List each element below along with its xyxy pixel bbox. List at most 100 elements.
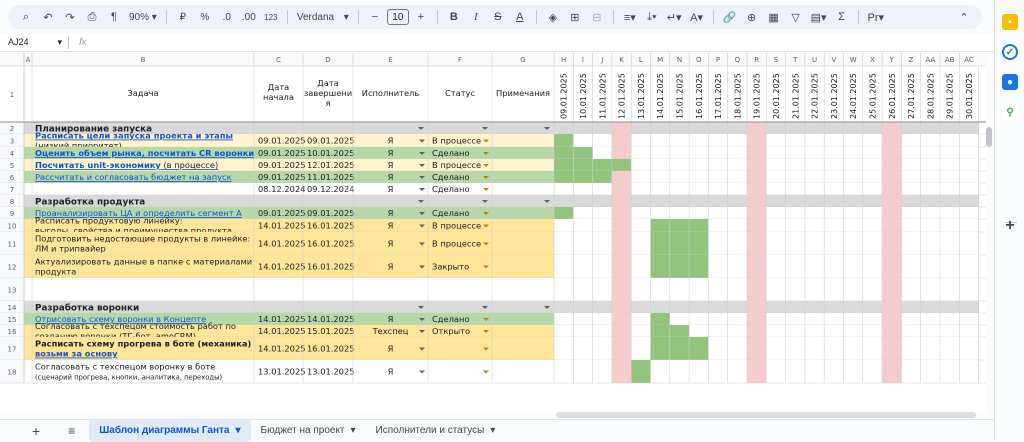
status-cell: В процессе xyxy=(432,160,481,170)
zoom-select[interactable]: 90% ▾ xyxy=(126,7,160,27)
task-link[interactable]: Расписать цели запуска проекта и этапы xyxy=(35,131,233,141)
insert-comment-icon[interactable]: ⊕ xyxy=(742,7,762,27)
font-select[interactable]: Verdana ▾ xyxy=(294,7,352,27)
undo-icon[interactable]: ↶ xyxy=(38,7,58,27)
contacts-icon[interactable]: ● xyxy=(1002,74,1018,90)
vertical-align-icon[interactable]: ⤓▾ xyxy=(642,7,662,27)
insert-chart-icon[interactable]: ▦ xyxy=(764,7,784,27)
insert-link-icon[interactable]: 🔗 xyxy=(720,7,740,27)
gantt-bar[interactable] xyxy=(669,255,690,278)
currency-format-button[interactable]: ₽ xyxy=(173,7,193,27)
column-letter: AB xyxy=(945,56,955,64)
row-number: 8 xyxy=(10,198,14,206)
bold-icon[interactable]: B xyxy=(444,7,464,27)
collapse-toolbar-icon[interactable]: ⌃ xyxy=(954,7,974,27)
start-date-cell: 09.01.2025 xyxy=(258,208,306,218)
gantt-bar[interactable] xyxy=(650,313,670,325)
column-letter: AA xyxy=(925,56,935,64)
gantt-bar[interactable] xyxy=(631,360,651,383)
decrease-decimal-button[interactable]: .0 xyxy=(217,7,237,27)
gantt-bar[interactable] xyxy=(669,232,690,255)
gantt-bar[interactable] xyxy=(669,325,690,337)
date-column-header: 09.01.2025 xyxy=(560,73,569,119)
task-link[interactable]: возьми за основу xyxy=(35,349,118,359)
paint-format-icon[interactable]: ¶ xyxy=(104,7,124,27)
horizontal-scrollbar[interactable] xyxy=(556,412,976,418)
input-tools-icon[interactable]: Pr▾ xyxy=(865,7,888,27)
percent-format-button[interactable]: % xyxy=(195,7,215,27)
add-addon-icon[interactable]: + xyxy=(1002,217,1018,234)
maps-icon[interactable]: ⚲ xyxy=(1002,104,1018,120)
task-link[interactable]: Посчитать unit-экономику (в процессе) xyxy=(35,160,218,170)
increase-decimal-button[interactable]: .00 xyxy=(239,7,259,27)
task-link[interactable]: Рассчитать и согласовать бюджет на запус… xyxy=(35,172,232,182)
functions-icon[interactable]: Σ xyxy=(832,7,852,27)
font-size-input[interactable]: 10 xyxy=(386,9,409,25)
number-format-button[interactable]: 123 xyxy=(261,7,281,27)
font-value: Verdana xyxy=(296,11,335,23)
filter-icon[interactable]: ▽ xyxy=(786,7,806,27)
gantt-bar[interactable] xyxy=(554,171,574,183)
tasks-icon[interactable]: ✓ xyxy=(1002,44,1018,60)
task-link[interactable]: Оценить объем рынка, посчитать CR воронк… xyxy=(35,148,254,158)
spreadsheet-grid[interactable]: A B C D E F G H I J K L M N O P Q R S T U V W X Y Z AA AB AC 1 Задача Д… xyxy=(0,53,986,412)
start-date-cell: 14.01.2025 xyxy=(258,239,306,249)
row-number: 2 xyxy=(10,125,14,133)
name-box[interactable]: AJ24 ▾ xyxy=(0,37,68,48)
gantt-bar[interactable] xyxy=(554,207,574,219)
gantt-bar[interactable] xyxy=(592,159,612,171)
gantt-bar[interactable] xyxy=(689,337,709,360)
tab-budget[interactable]: Бюджет на проект ▾ xyxy=(251,420,366,442)
tab-gantt-template[interactable]: Шаблон диаграммы Ганта ▾ xyxy=(89,419,251,442)
gantt-bar[interactable] xyxy=(554,159,574,171)
header-start-date: Дата xyxy=(268,82,289,92)
add-sheet-icon[interactable]: + xyxy=(0,420,54,442)
all-sheets-icon[interactable]: ≡ xyxy=(54,420,89,442)
status-cell: Открыто xyxy=(432,326,470,336)
weekend-cell xyxy=(747,159,767,171)
italic-icon[interactable]: I xyxy=(466,7,486,27)
keep-icon[interactable]: ▪ xyxy=(1002,14,1018,30)
gantt-bar[interactable] xyxy=(669,219,690,232)
text-rotation-icon[interactable]: A▾ xyxy=(687,7,707,27)
redo-icon[interactable]: ↷ xyxy=(60,7,80,27)
task-text: Согласовать с техспецом воронку в боте xyxy=(35,362,215,372)
text-wrap-icon[interactable]: ↵▾ xyxy=(664,7,685,27)
gantt-bar[interactable] xyxy=(554,134,574,147)
gantt-bar[interactable] xyxy=(650,325,670,337)
gantt-bar[interactable] xyxy=(650,255,670,278)
status-cell: Закрыто xyxy=(432,262,469,272)
gantt-bar[interactable] xyxy=(592,171,612,183)
strikethrough-icon[interactable]: S xyxy=(488,7,508,27)
text-color-icon[interactable]: A xyxy=(510,7,530,27)
gantt-bar[interactable] xyxy=(611,159,632,171)
gantt-bar[interactable] xyxy=(554,147,574,159)
gantt-bar[interactable] xyxy=(573,147,593,159)
search-icon[interactable]: ⌕ xyxy=(16,7,36,27)
vertical-scrollbar[interactable] xyxy=(986,127,992,147)
gantt-bar[interactable] xyxy=(669,337,690,360)
weekend-cell xyxy=(882,278,902,301)
gantt-bar[interactable] xyxy=(650,232,670,255)
gantt-bar[interactable] xyxy=(573,159,593,171)
gantt-bar[interactable] xyxy=(689,255,709,278)
row-number: 3 xyxy=(10,138,14,146)
tab-executors-statuses[interactable]: Исполнители и статусы ▾ xyxy=(366,420,506,442)
row-number: 16 xyxy=(8,328,17,336)
merge-cells-icon[interactable]: ⊟ xyxy=(587,7,607,27)
row-number: 11 xyxy=(8,241,17,249)
table-row[interactable] xyxy=(24,278,554,301)
gantt-bar[interactable] xyxy=(689,219,709,232)
fill-color-icon[interactable]: ◈ xyxy=(543,7,563,27)
horizontal-align-icon[interactable]: ≡▾ xyxy=(620,7,640,27)
filter-views-icon[interactable]: ▤▾ xyxy=(808,7,830,27)
gantt-bar[interactable] xyxy=(650,337,670,360)
print-icon[interactable]: ⎙ xyxy=(82,7,102,27)
gantt-bar[interactable] xyxy=(689,232,709,255)
date-column-header: 18.01.2025 xyxy=(733,73,742,119)
gantt-bar[interactable] xyxy=(573,171,593,183)
font-size-increase-button[interactable]: + xyxy=(411,7,431,27)
gantt-bar[interactable] xyxy=(650,219,670,232)
borders-icon[interactable]: ⊞ xyxy=(565,7,585,27)
font-size-decrease-button[interactable]: − xyxy=(365,7,385,27)
